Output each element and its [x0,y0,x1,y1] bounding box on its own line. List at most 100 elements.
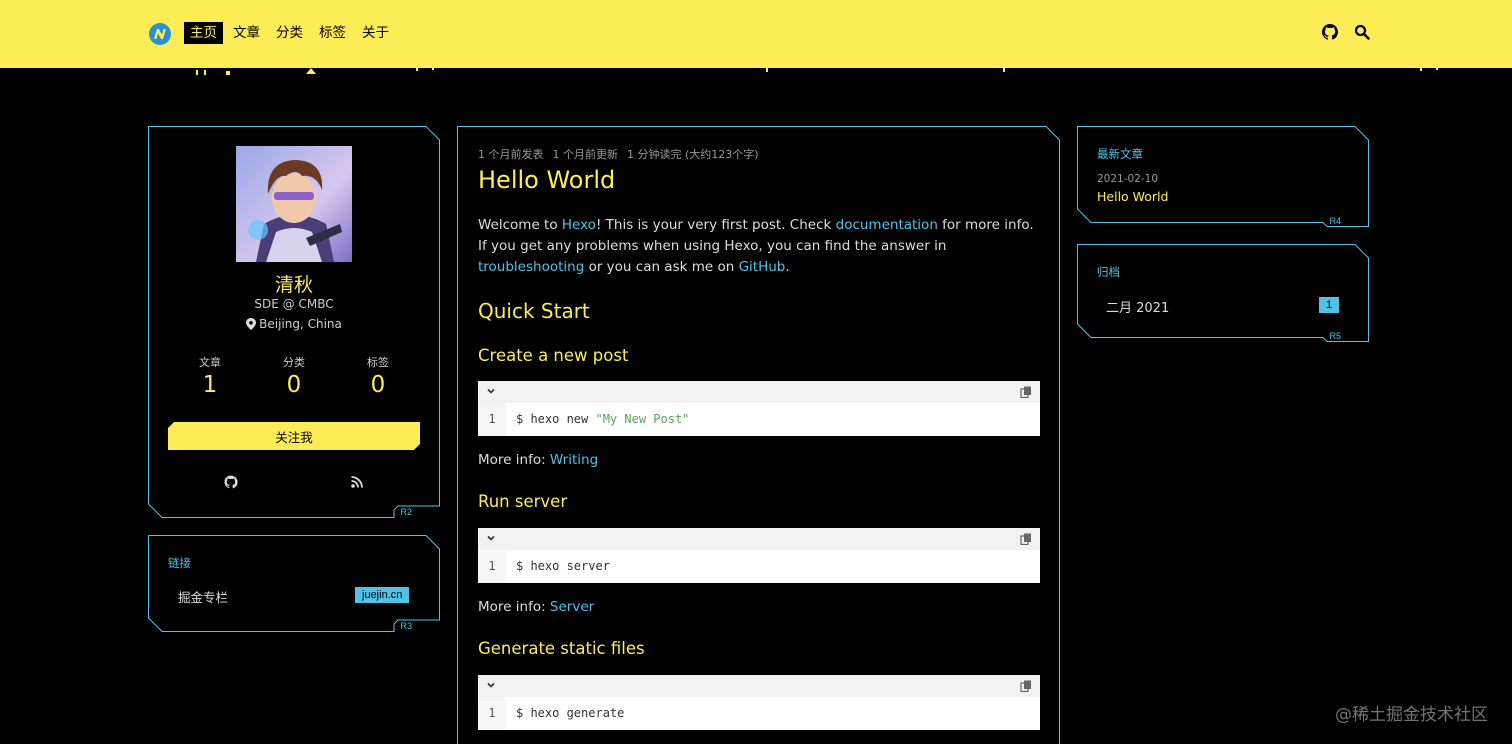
heading-run-server: Run server [478,492,568,511]
text: Welcome to [478,217,562,233]
profile-job-title: SDE @ CMBC [254,297,334,311]
heading-generate-static: Generate static files [478,639,645,658]
text: . [785,259,790,275]
github-link[interactable]: GitHub [739,259,786,275]
post-title[interactable]: Hello World [478,166,615,194]
github-icon[interactable] [223,474,239,490]
nav-item-articles[interactable]: 文章 [227,22,266,44]
post-intro: Welcome to Hexo! This is your very first… [478,215,1043,278]
chevron-down-icon[interactable] [486,533,496,543]
text: or you can ask me on [584,259,739,275]
code-block: 1 $ hexo server [478,528,1040,583]
code-line[interactable]: $ hexo server [516,550,610,583]
heading-quick-start: Quick Start [478,299,590,323]
recent-posts-widget: 最新文章 2021-02-10 Hello World R4 [1077,126,1369,227]
main-nav: 主页 文章 分类 标签 关于 [184,22,399,44]
post-published: 1 个月前发表 [478,148,544,161]
links-widget: 链接 掘金专栏 juejin.cn R3 [148,535,440,632]
recent-post-link[interactable]: Hello World [1097,189,1168,204]
line-number: 1 [478,697,506,730]
avatar[interactable] [236,146,352,262]
code-block-body: 1 $ hexo generate [478,697,1040,730]
documentation-link[interactable]: documentation [836,217,938,233]
github-icon[interactable] [1322,24,1338,40]
follow-button-label: 关注我 [275,430,313,445]
stat-value: 0 [286,372,302,398]
nav-item-about[interactable]: 关于 [356,22,395,44]
line-number: 1 [478,403,506,436]
archive-count-badge: 1 [1319,297,1340,313]
post-card: 1 个月前发表 1 个月前更新 1 分钟读完 (大约123个字) Hello Wor… [457,126,1060,744]
watermark: @稀土掘金技术社区 [1335,705,1488,725]
line-number: 1 [478,550,506,583]
stat-label: 文章 [199,356,221,369]
profile-location-text: Beijing, China [259,317,342,331]
archive-title: 归档 [1097,265,1120,279]
copy-icon[interactable] [1020,386,1032,398]
code-block: 1 $ hexo new "My New Post" [478,381,1040,436]
code-command: $ hexo server [516,559,610,573]
writing-link[interactable]: Writing [550,452,598,468]
more-info-writing: More info: Writing [478,452,598,468]
profile-name: 清秋 [274,274,313,296]
recent-posts-title: 最新文章 [1097,147,1143,161]
nav-item-categories[interactable]: 分类 [270,22,309,44]
card-tag: R2 [400,507,412,517]
stat-categories[interactable]: 分类 0 [252,354,336,398]
nav-item-home[interactable]: 主页 [184,22,223,44]
profile-card: 清秋 SDE @ CMBC Beijing, China 文章 1 分类 0 标… [148,126,440,518]
code-block: 1 $ hexo generate [478,675,1040,730]
chevron-down-icon[interactable] [486,386,496,396]
post-meta: 1 个月前发表 1 个月前更新 1 分钟读完 (大约123个字) [478,146,768,162]
code-line[interactable]: $ hexo generate [516,697,624,730]
post-updated: 1 个月前更新 [552,148,619,161]
hexo-link[interactable]: Hexo [562,217,596,233]
navbar-decoration [0,60,1512,75]
rss-icon[interactable] [349,474,365,490]
code-block-header [478,528,1040,550]
link-juejin-label[interactable]: 掘金专栏 [178,587,228,606]
stat-label: 标签 [367,356,389,369]
code-block-header [478,675,1040,697]
copy-icon[interactable] [1020,533,1032,545]
stat-label: 分类 [283,356,305,369]
text: ! This is your very first post. Check [595,217,836,233]
nav-item-tags[interactable]: 标签 [313,22,352,44]
archive-widget: 归档 二月 2021 1 R5 [1077,244,1369,342]
code-string: "My New Post" [595,412,690,426]
profile-location: Beijing, China [148,317,440,331]
profile-social-links [168,474,420,490]
top-navbar: 主页 文章 分类 标签 关于 [0,0,1512,68]
card-tag: R5 [1329,331,1341,341]
stat-articles[interactable]: 文章 1 [168,354,252,398]
map-marker-icon [246,318,257,330]
more-info-label: More info: [478,452,550,468]
archive-frame [1077,244,1369,342]
search-icon[interactable] [1354,24,1370,40]
more-info-label: More info: [478,599,550,615]
chevron-down-icon[interactable] [486,680,496,690]
follow-button[interactable]: 关注我 [168,422,420,450]
post-reading-time: 1 分钟读完 (大约123个字) [627,148,759,161]
code-block-body: 1 $ hexo new "My New Post" [478,403,1040,436]
link-juejin-badge[interactable]: juejin.cn [355,587,410,603]
code-command: $ hexo new [516,412,596,426]
profile-stats: 文章 1 分类 0 标签 0 [168,354,420,398]
avatar-image [236,146,352,262]
code-command: $ hexo generate [516,706,625,720]
troubleshooting-link[interactable]: troubleshooting [478,259,584,275]
card-tag: R4 [1329,216,1341,226]
server-link[interactable]: Server [550,599,594,615]
recent-post-date: 2021-02-10 [1097,173,1159,185]
links-widget-title: 链接 [168,556,191,570]
stat-tags[interactable]: 标签 0 [336,354,420,398]
stat-value: 0 [370,372,386,398]
site-logo-icon[interactable] [148,22,172,46]
card-tag: R3 [400,621,412,631]
archive-month-link[interactable]: 二月 2021 [1106,297,1169,316]
code-line[interactable]: $ hexo new "My New Post" [516,403,689,436]
nav-actions [1322,24,1370,40]
links-widget-frame [148,535,440,632]
copy-icon[interactable] [1020,680,1032,692]
more-info-server: More info: Server [478,599,594,615]
